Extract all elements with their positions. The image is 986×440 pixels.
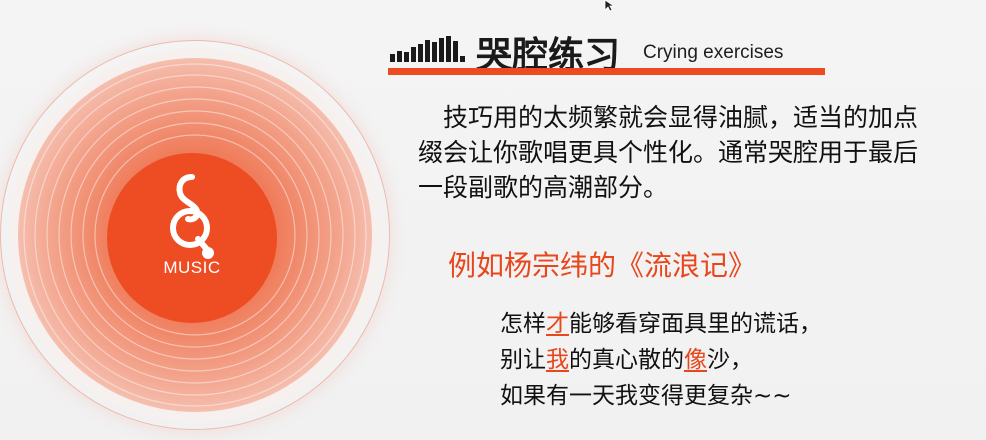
music-note-logo-icon: [170, 174, 214, 259]
lyrics-line: 怎样才能够看穿面具里的谎话，: [500, 311, 822, 337]
title-underline: [388, 68, 825, 75]
cursor-icon: [604, 0, 616, 12]
vinyl-disc: MUSIC: [0, 40, 392, 432]
lyrics-line: 别让我的真心散的像沙，: [500, 347, 753, 373]
highlighted-word: 我: [546, 347, 569, 373]
example-heading: 例如杨宗纬的《流浪记》: [448, 249, 757, 282]
lyrics-block: 怎样才能够看穿面具里的谎话， 别让我的真心散的像沙， 如果有一天我变得更复杂~~: [500, 306, 822, 414]
description-paragraph: 技巧用的太频繁就会显得油腻，适当的加点 缀会让你歌唱更具个性化。通常哭腔用于最后…: [418, 100, 958, 205]
paragraph-line: 技巧用的太频繁就会显得油腻，适当的加点: [443, 103, 919, 132]
highlighted-word: 像: [684, 347, 707, 373]
disc-label-text: MUSIC: [163, 258, 221, 277]
paragraph-line: 一段副歌的高潮部分。: [418, 173, 669, 202]
lyrics-line: 如果有一天我变得更复杂~~: [500, 383, 792, 409]
disc-label: MUSIC: [107, 153, 277, 323]
highlighted-word: 才: [546, 311, 569, 337]
page-subtitle: Crying exercises: [643, 42, 784, 63]
section-header: 哭腔练习 Crying exercises: [388, 22, 828, 76]
paragraph-line: 缀会让你歌唱更具个性化。通常哭腔用于最后: [418, 138, 919, 167]
audio-bars-icon: [390, 36, 465, 62]
